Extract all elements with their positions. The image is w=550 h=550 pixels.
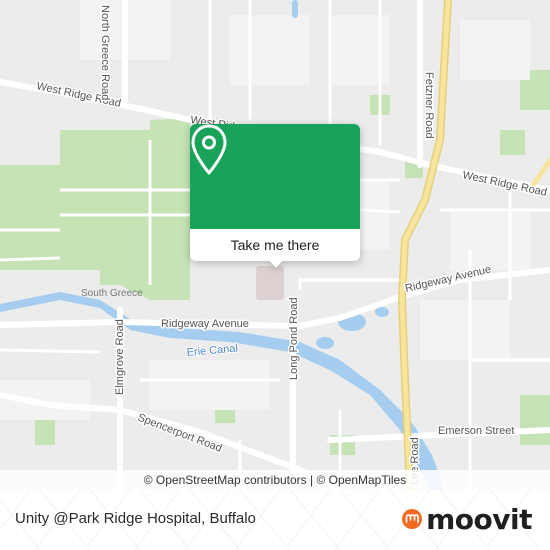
moovit-wordmark: moovit	[426, 502, 532, 536]
location-pin-icon	[191, 124, 227, 175]
moovit-pin-icon	[402, 509, 423, 529]
label-west-ridge-road-3: West Ridge Road	[461, 169, 548, 199]
destination-popup[interactable]: Take me there	[190, 124, 360, 268]
footer-bar: Unity @Park Ridge Hospital, Buffalo moov…	[0, 490, 550, 550]
label-erie-canal: Erie Canal	[186, 343, 238, 359]
take-me-there-button[interactable]: Take me there	[190, 229, 360, 261]
label-ridgeway-avenue-2: Ridgeway Avenue	[161, 318, 249, 330]
popup-header	[190, 124, 360, 229]
label-north-greece-road: North Greece Road	[99, 5, 111, 100]
map-view[interactable]: West Ridge Road West Ridge Road West Rid…	[0, 0, 550, 490]
hospital-building	[256, 266, 284, 300]
label-fetzner-road: Fetzner Road	[423, 72, 435, 139]
map-attribution: © OpenStreetMap contributors | © OpenMap…	[0, 470, 550, 490]
place-name: Unity @Park Ridge Hospital, Buffalo	[15, 510, 256, 527]
label-elmgrove-road: Elmgrove Road	[114, 319, 126, 395]
moovit-logo: moovit	[401, 502, 532, 536]
popup-tail	[269, 260, 283, 268]
label-south-greece: South Greece	[81, 288, 143, 299]
osm-attribution-link[interactable]: © OpenStreetMap contributors	[144, 473, 307, 487]
label-emerson-street: Emerson Street	[438, 425, 514, 437]
label-long-pond-road: Long Pond Road	[288, 297, 300, 380]
openmaptiles-attribution-link[interactable]: © OpenMapTiles	[316, 473, 406, 487]
attribution-separator: |	[306, 473, 317, 487]
